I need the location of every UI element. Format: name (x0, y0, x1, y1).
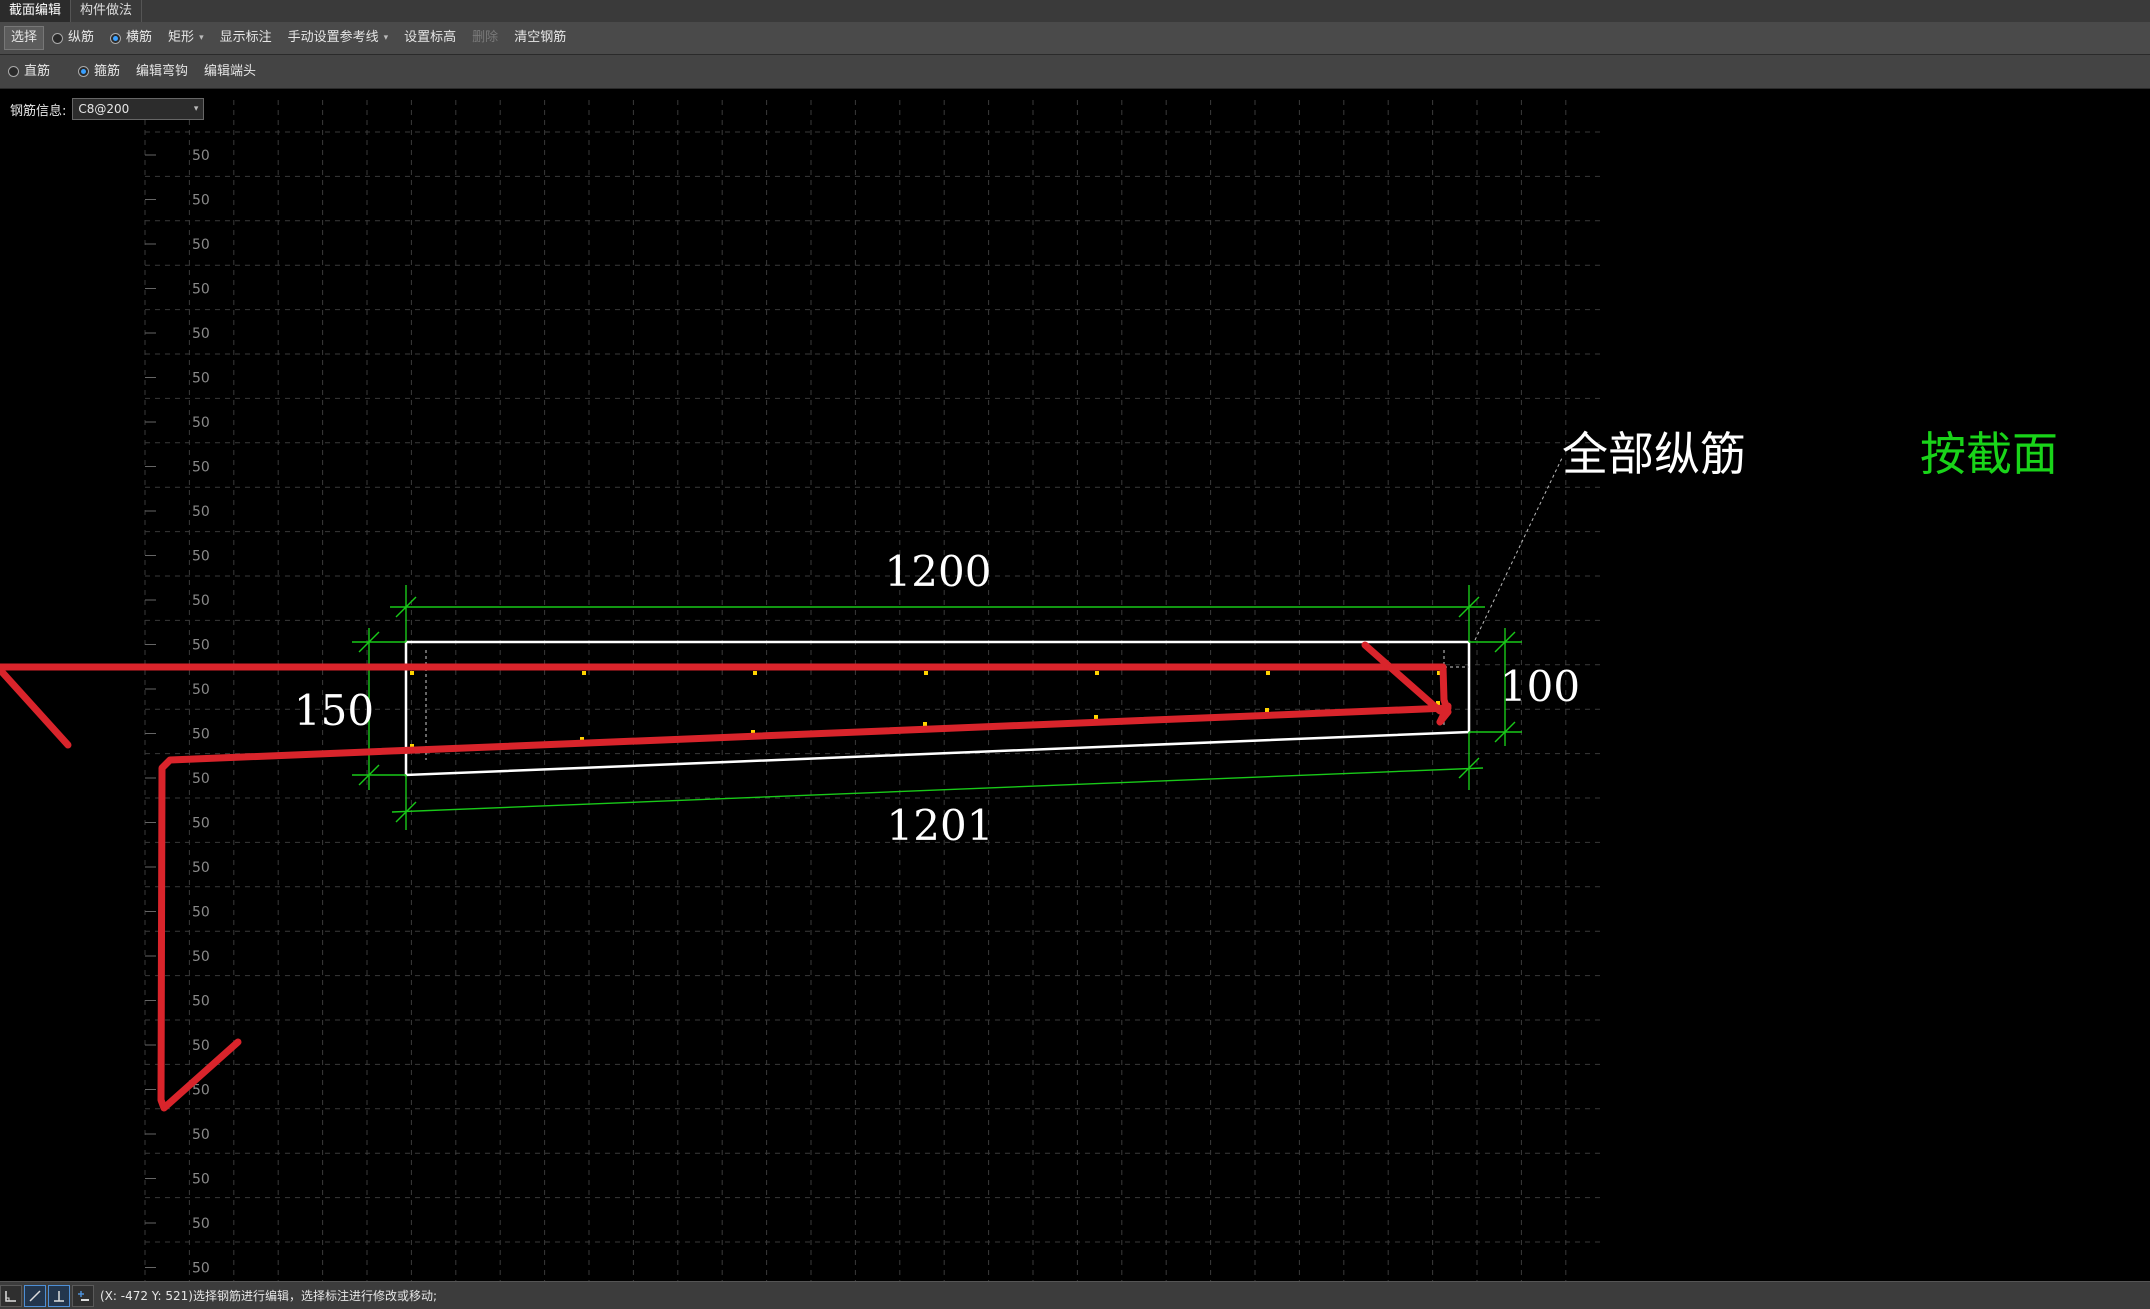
radio-transverse[interactable]: 横筋 (102, 26, 160, 50)
ruler-label: 50 (192, 237, 210, 253)
snap-ortho-button[interactable] (0, 1284, 22, 1307)
rebar-info-row: 钢筋信息: C8@200 ▾ (10, 98, 205, 120)
toolbar-secondary: 直筋 箍筋 编辑弯钩 编辑端头 (0, 55, 2150, 89)
manual-ref-button[interactable]: 手动设置参考线 ▾ (280, 26, 397, 50)
ruler-label: 50 (192, 949, 210, 965)
radio-icon (52, 32, 64, 44)
tab-section-edit[interactable]: 截面编辑 (0, 0, 72, 22)
set-dims-button[interactable]: 设置标高 (396, 26, 464, 50)
vertical-ruler: 50 50 50 50 50 50 50 50 50 50 50 50 50 50 50 50 50 50 50 50… (145, 148, 210, 1277)
annotation-leader (1474, 457, 1563, 641)
radio-straight[interactable]: 直筋 (0, 60, 58, 84)
ruler-label: 50 (192, 371, 210, 387)
ruler-label: 50 (192, 1216, 210, 1232)
radio-stirrup[interactable]: 箍筋 (70, 60, 128, 84)
ruler-label: 50 (192, 860, 210, 876)
rebar-point[interactable] (582, 671, 586, 675)
ruler-label: 50 (192, 1127, 210, 1143)
rebar-point[interactable] (1266, 671, 1270, 675)
ruler-label: 50 (192, 682, 210, 698)
ruler-label: 50 (192, 415, 210, 431)
ruler-label: 50 (192, 816, 210, 832)
rebar-point[interactable] (924, 671, 928, 675)
ruler-label: 50 (192, 549, 210, 565)
tab-bar: 截面编辑 构件做法 (0, 0, 2150, 23)
ruler-label: 50 (192, 1261, 210, 1277)
clear-rebar-button[interactable]: 清空钢筋 (506, 26, 574, 50)
select-button[interactable]: 选择 (4, 26, 45, 50)
ruler-label: 50 (192, 905, 210, 921)
annotation-all-longitudinal[interactable]: 全部纵筋 (1562, 427, 1746, 481)
markup-stroke-diagonal (1361, 641, 1444, 715)
ruler-label: 50 (192, 994, 210, 1010)
edit-end-button[interactable]: 编辑端头 (196, 60, 264, 84)
rebar-point[interactable] (1095, 671, 1099, 675)
radio-selected-icon (110, 32, 122, 44)
tab-component-method[interactable]: 构件做法 (71, 0, 143, 22)
ruler-label: 50 (192, 148, 210, 164)
ruler-label: 50 (192, 593, 210, 609)
plus-line-icon (78, 1290, 89, 1301)
markup-stroke-hook-left (0, 668, 72, 749)
perpendicular-icon (54, 1290, 64, 1302)
snap-diagonal-button[interactable] (24, 1284, 46, 1307)
dim-right-value[interactable]: 100 (1500, 662, 1580, 711)
dim-top-value[interactable]: 1200 (885, 547, 992, 596)
ortho-icon (5, 1290, 16, 1302)
ruler-label: 50 (192, 504, 210, 520)
ruler-label: 50 (192, 282, 210, 298)
toolbar-primary: 选择 纵筋 横筋 矩形 ▾ 显示标注 手动设置参考线 ▾ 设置标高 删除 清空钢… (0, 22, 2150, 55)
status-bar: (X: -472 Y: 521)选择钢筋进行编辑，选择标注进行修改或移动; (0, 1281, 2150, 1309)
ruler-label: 50 (192, 771, 210, 787)
ruler-label: 50 (192, 1172, 210, 1188)
radio-icon (8, 66, 19, 77)
delete-button[interactable]: 删除 (464, 26, 506, 50)
markup-stroke-long (157, 704, 1452, 1112)
ruler-label: 50 (192, 1038, 210, 1054)
ruler-label: 50 (192, 460, 210, 476)
diagonal-line-icon (29, 1289, 41, 1302)
section-outline[interactable] (404, 640, 1471, 777)
status-text: (X: -472 Y: 521)选择钢筋进行编辑，选择标注进行修改或移动; (100, 1289, 438, 1303)
rebar-info-label: 钢筋信息: (10, 103, 67, 119)
annotation-by-section[interactable]: 按截面 (1920, 427, 2058, 481)
ruler-label: 50 (192, 326, 210, 342)
ruler-label: 50 (192, 727, 210, 743)
dim-bottom-value[interactable]: 1201 (887, 801, 994, 850)
show-dims-button[interactable]: 显示标注 (212, 26, 280, 50)
ruler-label: 50 (192, 638, 210, 654)
rect-dropdown-button[interactable]: 矩形 ▾ (160, 26, 212, 50)
snap-perpendicular-button[interactable] (48, 1284, 70, 1307)
rebar-point[interactable] (410, 671, 414, 675)
rebar-point[interactable] (923, 722, 927, 726)
radio-longitudinal[interactable]: 纵筋 (44, 26, 102, 50)
rebar-info-select[interactable]: C8@200 ▾ (72, 98, 205, 120)
chevron-down-icon: ▾ (383, 33, 389, 43)
ruler-label: 50 (192, 193, 210, 209)
drawing-canvas[interactable]: 50 50 50 50 50 50 50 50 50 50 50 50 50 50 50 50 50 50 50 50… (0, 89, 2150, 1281)
dim-left-value[interactable]: 150 (294, 686, 374, 735)
edit-hook-button[interactable]: 编辑弯钩 (128, 60, 196, 84)
chevron-down-icon: ▾ (199, 33, 204, 43)
radio-selected-icon (78, 66, 90, 77)
rebar-point[interactable] (753, 671, 757, 675)
rebar-point[interactable] (1094, 715, 1098, 719)
chevron-down-icon: ▾ (193, 104, 199, 114)
rebar-point[interactable] (1265, 708, 1269, 712)
snap-add-button[interactable] (72, 1284, 94, 1307)
